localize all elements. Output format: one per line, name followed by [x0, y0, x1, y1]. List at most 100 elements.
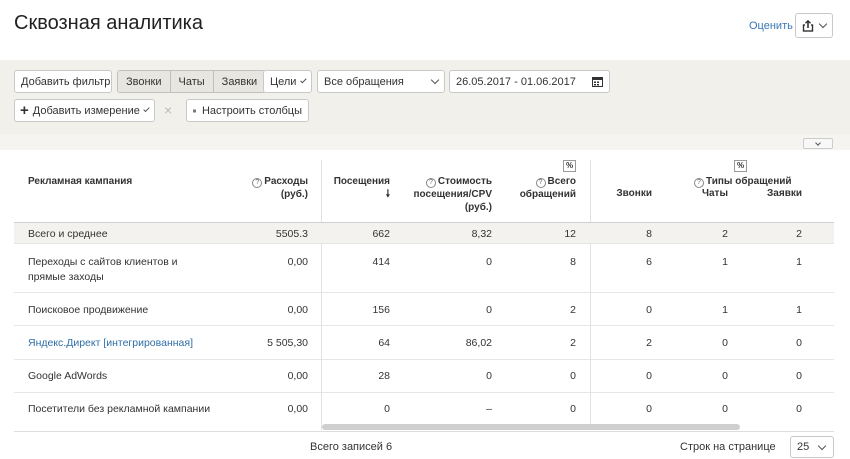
- table-footer: Всего записей 6 Строк на странице 25: [14, 431, 834, 459]
- cell-visits: 414: [372, 256, 390, 268]
- add-dimension-label: Добавить измерение: [32, 104, 140, 117]
- date-range-value: 26.05.2017 - 01.06.2017: [456, 75, 576, 88]
- percent-toggle[interactable]: %: [734, 160, 747, 172]
- cell-calls: 0: [646, 403, 652, 415]
- cell-visits: 156: [372, 304, 390, 316]
- cell-total-requests: 0: [570, 370, 576, 382]
- table-header: Рекламная кампания ? Расходы (руб.) Посещ…: [14, 150, 834, 222]
- cell-cost: 8,32: [471, 228, 492, 240]
- page-title: Сквозная аналитика: [14, 12, 203, 34]
- add-filter-button[interactable]: Добавить фильтр: [14, 70, 112, 93]
- cell-total-requests: 12: [564, 228, 576, 240]
- cell-expenses: 0,00: [287, 256, 308, 268]
- cell-cost: –: [486, 403, 492, 415]
- goals-dropdown[interactable]: Цели: [263, 70, 312, 93]
- cell-visits: 28: [378, 370, 390, 382]
- cell-expenses: 0,00: [287, 304, 308, 316]
- share-button[interactable]: [795, 13, 833, 38]
- table-row[interactable]: Яндекс.Директ [интегрированная] 5 505,30…: [14, 327, 834, 360]
- rows-per-page-value: 25: [797, 441, 810, 453]
- cell-total-requests: 8: [570, 256, 576, 268]
- chevron-down-icon: [143, 105, 150, 113]
- cell-cost: 0: [486, 304, 492, 316]
- rows-per-page-select[interactable]: 25: [790, 436, 834, 458]
- cell-total-requests: 2: [570, 337, 576, 349]
- cell-campaign: Посетители без рекламной кампании: [28, 403, 211, 415]
- table-row[interactable]: Переходы с сайтов клиентов и прямые захо…: [14, 245, 834, 293]
- cell-total-requests: 2: [570, 304, 576, 316]
- rows-per-page-label: Строк на странице: [680, 441, 776, 453]
- cell-calls: 8: [646, 228, 652, 240]
- header-chats[interactable]: Чаты: [674, 187, 728, 200]
- cell-calls: 2: [646, 337, 652, 349]
- table-row[interactable]: Посетители без рекламной кампании 0,00 0…: [14, 394, 834, 426]
- cell-applications: 2: [796, 228, 802, 240]
- cell-cost: 0: [486, 370, 492, 382]
- cell-chats: 1: [722, 304, 728, 316]
- filter-toolbar: Добавить фильтр Звонки Чаты Заявки Цели …: [0, 60, 850, 134]
- cell-calls: 0: [646, 370, 652, 382]
- share-icon: [802, 19, 814, 32]
- cell-campaign: Поисковое продвижение: [28, 304, 149, 316]
- cell-chats: 1: [722, 256, 728, 268]
- cell-calls: 6: [646, 256, 652, 268]
- segment-applications[interactable]: Заявки: [213, 71, 266, 92]
- help-icon: ?: [252, 178, 263, 188]
- horizontal-scrollbar[interactable]: [322, 424, 740, 430]
- page-header: Сквозная аналитика Оценить: [0, 0, 850, 60]
- table-row[interactable]: Google AdWords 0,00 28 0 0 0 0 0: [14, 361, 834, 393]
- cell-expenses: 0,00: [287, 370, 308, 382]
- add-dimension-button[interactable]: + Добавить измерение: [14, 99, 155, 122]
- cell-campaign: Переходы с сайтов клиентов и прямые захо…: [28, 256, 178, 283]
- rate-link[interactable]: Оценить: [749, 20, 793, 32]
- table-row-total: Всего и среднее 5505.3 662 8,32 12 8 2 2: [14, 222, 834, 244]
- chevron-down-icon: [815, 139, 821, 146]
- configure-columns-button[interactable]: Настроить столбцы: [186, 99, 309, 122]
- header-visits[interactable]: Посещения 🠗: [324, 175, 390, 201]
- cell-applications: 0: [796, 370, 802, 382]
- header-calls[interactable]: Звонки: [594, 187, 652, 200]
- percent-toggle[interactable]: %: [563, 160, 576, 172]
- cell-chats: 0: [722, 337, 728, 349]
- total-records-label: Всего записей 6: [310, 441, 393, 453]
- cell-chats: 0: [722, 370, 728, 382]
- chevron-down-icon: [818, 19, 828, 29]
- cell-applications: 0: [796, 337, 802, 349]
- remove-dimension-icon[interactable]: ×: [164, 102, 172, 118]
- cell-visits: 662: [372, 228, 390, 240]
- request-type-segment: Звонки Чаты Заявки: [117, 70, 267, 93]
- table-row[interactable]: Поисковое продвижение 0,00 156 0 2 0 1 1: [14, 294, 834, 326]
- calendar-icon: [592, 77, 603, 87]
- header-applications[interactable]: Заявки: [744, 187, 802, 200]
- cell-campaign: Всего и среднее: [28, 228, 108, 240]
- cell-calls: 0: [646, 304, 652, 316]
- collapse-strip: [0, 134, 850, 150]
- help-icon: ?: [425, 178, 436, 188]
- goals-label: Цели: [270, 75, 297, 88]
- header-cost[interactable]: ? Стоимость посещения/CPV (руб.): [402, 175, 492, 214]
- segment-chats[interactable]: Чаты: [170, 71, 214, 92]
- columns-icon: [193, 109, 196, 112]
- campaign-link[interactable]: Яндекс.Директ [интегрированная]: [28, 337, 193, 349]
- date-range-picker[interactable]: 26.05.2017 - 01.06.2017: [449, 70, 610, 93]
- cell-chats: 2: [722, 228, 728, 240]
- cell-cost: 86,02: [465, 337, 492, 349]
- chevron-down-icon: [818, 441, 827, 450]
- header-expenses[interactable]: ? Расходы (руб.): [244, 175, 308, 201]
- cell-expenses: 5 505,30: [267, 337, 308, 349]
- header-total-requests[interactable]: ? Всего обращений: [504, 175, 576, 201]
- cell-cost: 0: [486, 256, 492, 268]
- cell-expenses: 0,00: [287, 403, 308, 415]
- header-campaign[interactable]: Рекламная кампания: [28, 175, 132, 188]
- requests-label: Все обращения: [324, 75, 404, 88]
- analytics-table: Рекламная кампания ? Расходы (руб.) Посещ…: [14, 150, 834, 430]
- configure-columns-label: Настроить столбцы: [201, 104, 302, 117]
- segment-calls[interactable]: Звонки: [118, 71, 171, 92]
- cell-total-requests: 0: [570, 403, 576, 415]
- cell-chats: 0: [722, 403, 728, 415]
- cell-expenses: 5505.3: [275, 228, 308, 240]
- requests-select[interactable]: Все обращения: [317, 70, 445, 93]
- chevron-down-icon: [300, 76, 307, 84]
- cell-applications: 1: [796, 304, 802, 316]
- collapse-toggle-button[interactable]: [803, 138, 833, 149]
